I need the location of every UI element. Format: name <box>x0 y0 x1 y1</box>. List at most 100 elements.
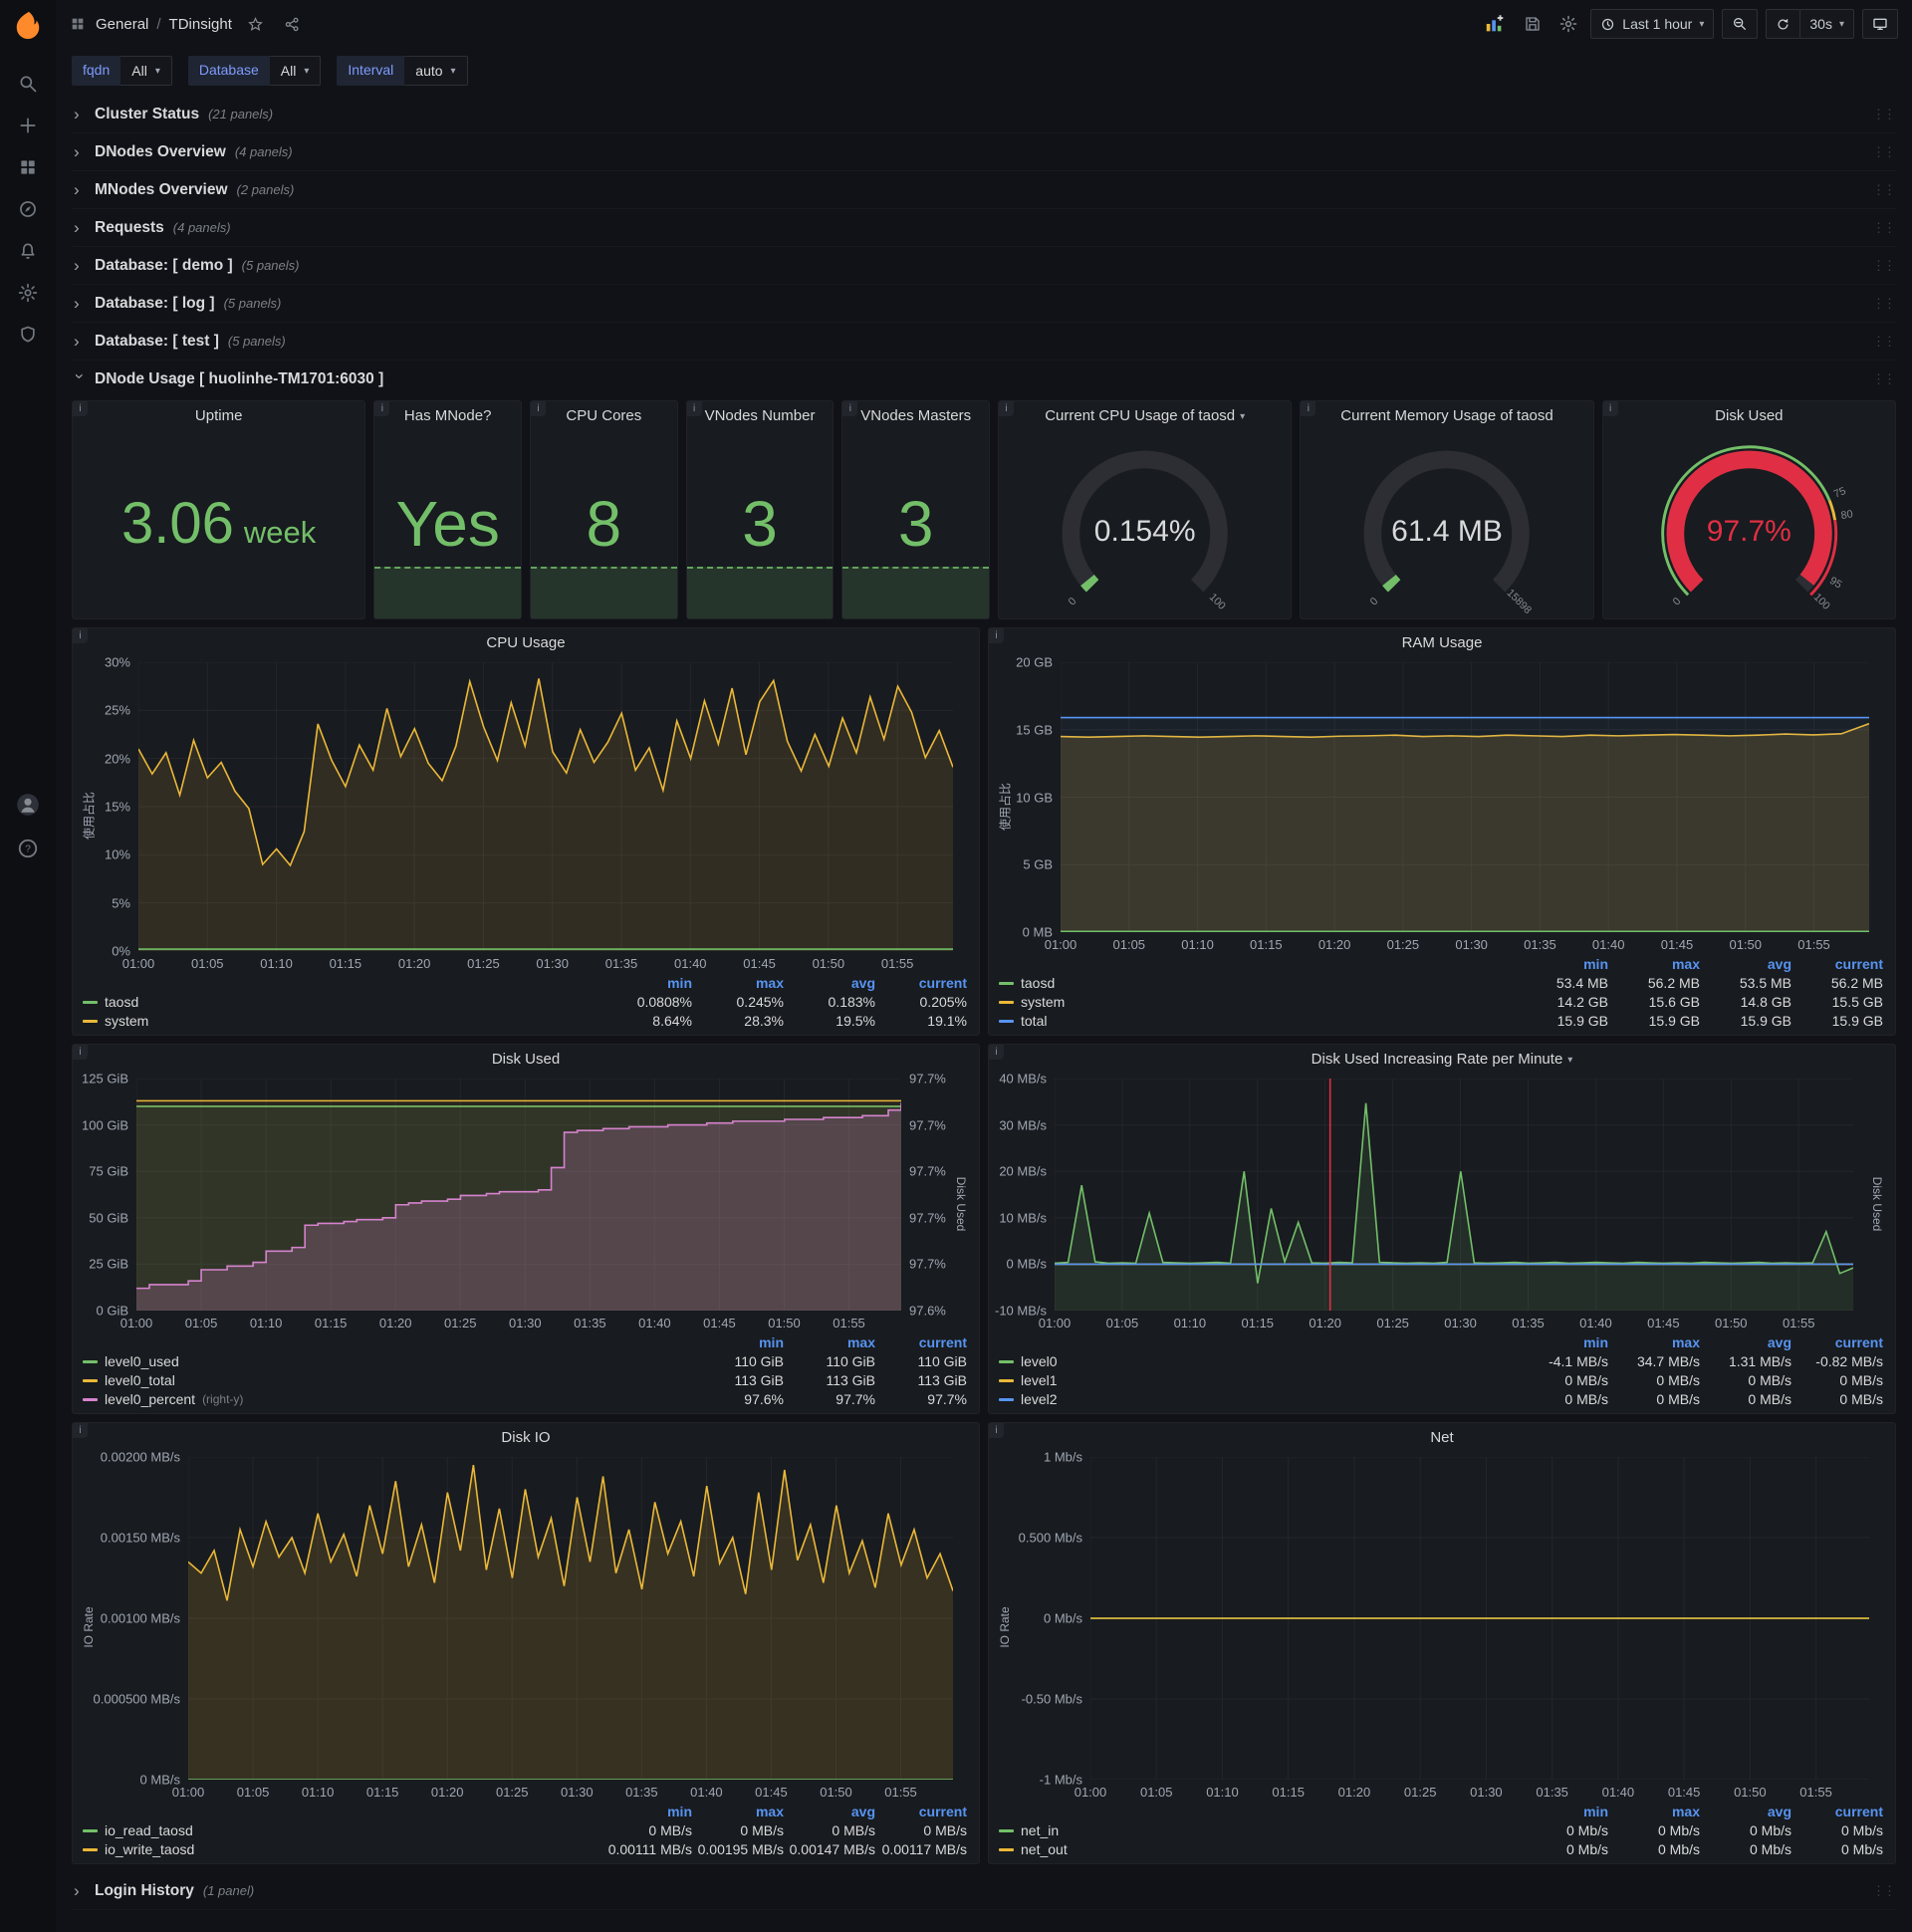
row-drag-handle[interactable]: ⋮⋮ <box>1872 258 1896 274</box>
time-range-picker[interactable]: Last 1 hour ▾ <box>1590 9 1715 39</box>
star-icon[interactable] <box>242 9 269 39</box>
panel-info-icon[interactable]: i <box>374 401 390 416</box>
panel-info-icon[interactable]: i <box>1301 401 1316 416</box>
panel-info-icon[interactable]: i <box>999 401 1015 416</box>
legend-header-max[interactable]: max <box>1608 1804 1700 1819</box>
legend-series-taosd[interactable]: taosd <box>999 975 1517 991</box>
legend-header-avg[interactable]: avg <box>784 975 875 991</box>
legend-header-min[interactable]: min <box>1517 956 1608 972</box>
legend-header-current[interactable]: current <box>875 1804 967 1819</box>
row-login-history[interactable]: › Login History (1 panel) ⋮⋮ <box>72 1872 1896 1910</box>
panel-info-icon[interactable]: i <box>989 1045 1004 1060</box>
panel-info-icon[interactable]: i <box>842 401 858 416</box>
panel-title[interactable]: VNodes Masters <box>860 407 971 424</box>
panel-info-icon[interactable]: i <box>989 1423 1004 1438</box>
panel-title[interactable]: CPU Cores <box>566 407 641 424</box>
panel-info-icon[interactable]: i <box>531 401 546 416</box>
search-icon[interactable] <box>18 74 38 94</box>
user-avatar[interactable] <box>15 792 41 818</box>
refresh-button[interactable] <box>1766 9 1801 39</box>
add-panel-icon[interactable] <box>1479 9 1511 39</box>
row-drag-handle[interactable]: ⋮⋮ <box>1872 1883 1896 1899</box>
chart-plot-area[interactable]: 125 GiB 97.7% 100 GiB 97.7% 75 GiB 97.7% 50 Gi… <box>82 1072 946 1319</box>
panel-title[interactable]: Disk Used <box>492 1051 560 1068</box>
panel-info-icon[interactable]: i <box>73 401 88 416</box>
dashboard-settings-gear-icon[interactable] <box>1554 9 1582 39</box>
explore-compass-icon[interactable] <box>18 199 38 219</box>
variable-database[interactable]: Database All ▾ <box>187 56 322 86</box>
row-drag-handle[interactable]: ⋮⋮ <box>1872 371 1896 387</box>
legend-series-io_read_taosd[interactable]: io_read_taosd <box>83 1822 600 1838</box>
row-dnodes-overview[interactable]: › DNodes Overview (4 panels) ⋮⋮ <box>72 133 1896 171</box>
panel-info-icon[interactable]: i <box>989 628 1004 643</box>
chart-plot-area[interactable]: 30% 25% 20% 15% 10% 5% 0% <box>105 655 953 959</box>
save-dashboard-icon[interactable] <box>1519 9 1547 39</box>
legend-header-min[interactable]: min <box>600 975 692 991</box>
configuration-gear-icon[interactable] <box>18 283 38 303</box>
legend-series-level1[interactable]: level1 <box>999 1372 1517 1388</box>
panel-title[interactable]: CPU Usage <box>486 634 565 651</box>
panel-title[interactable]: Disk Used <box>1715 407 1783 424</box>
panel-info-icon[interactable]: i <box>73 628 88 643</box>
legend-header-max[interactable]: max <box>1608 1334 1700 1350</box>
legend-header-min[interactable]: min <box>1517 1804 1608 1819</box>
panel-title[interactable]: VNodes Number <box>705 407 816 424</box>
legend-series-level0_total[interactable]: level0_total <box>83 1372 692 1388</box>
panel-info-icon[interactable]: i <box>1602 401 1618 416</box>
panel-title[interactable]: Uptime <box>195 407 243 424</box>
row-database-demo[interactable]: › Database: [ demo ] (5 panels) ⋮⋮ <box>72 247 1896 285</box>
legend-series-level0[interactable]: level0 <box>999 1353 1517 1369</box>
legend-header-max[interactable]: max <box>692 975 784 991</box>
panel-title[interactable]: Disk Used Increasing Rate per Minute <box>1312 1051 1563 1068</box>
create-plus-icon[interactable] <box>18 116 38 135</box>
panel-title[interactable]: Has MNode? <box>404 407 492 424</box>
legend-header-max[interactable]: max <box>692 1804 784 1819</box>
legend-header-min[interactable]: min <box>1517 1334 1608 1350</box>
panel-info-icon[interactable]: i <box>73 1045 88 1060</box>
variable-fqdn[interactable]: fqdn All ▾ <box>72 56 172 86</box>
legend-header-avg[interactable]: avg <box>1700 1334 1792 1350</box>
zoom-out-button[interactable] <box>1722 9 1759 39</box>
variable-value-dropdown[interactable]: All ▾ <box>269 56 322 86</box>
legend-header-max[interactable]: max <box>1608 956 1700 972</box>
variable-value-dropdown[interactable]: All ▾ <box>120 56 172 86</box>
row-drag-handle[interactable]: ⋮⋮ <box>1872 144 1896 160</box>
legend-series-net_in[interactable]: net_in <box>999 1822 1517 1838</box>
dashboards-icon[interactable] <box>18 157 38 177</box>
row-drag-handle[interactable]: ⋮⋮ <box>1872 182 1896 198</box>
row-drag-handle[interactable]: ⋮⋮ <box>1872 334 1896 350</box>
row-cluster-status[interactable]: › Cluster Status (21 panels) ⋮⋮ <box>72 96 1896 133</box>
alerting-bell-icon[interactable] <box>18 241 38 261</box>
legend-series-io_write_taosd[interactable]: io_write_taosd <box>83 1841 600 1857</box>
legend-series-level0_used[interactable]: level0_used <box>83 1353 692 1369</box>
help-icon[interactable]: ? <box>17 838 39 859</box>
panel-title[interactable]: RAM Usage <box>1402 634 1483 651</box>
legend-series-level0_percent[interactable]: level0_percent (right-y) <box>83 1391 692 1407</box>
legend-header-current[interactable]: current <box>1792 1334 1883 1350</box>
panel-info-icon[interactable]: i <box>686 401 702 416</box>
row-database-test[interactable]: › Database: [ test ] (5 panels) ⋮⋮ <box>72 323 1896 361</box>
panel-info-icon[interactable]: i <box>73 1423 88 1438</box>
panel-title[interactable]: Disk IO <box>501 1429 550 1446</box>
legend-series-level2[interactable]: level2 <box>999 1391 1517 1407</box>
breadcrumb-folder[interactable]: General <box>96 16 148 33</box>
legend-header-avg[interactable]: avg <box>1700 956 1792 972</box>
legend-series-taosd[interactable]: taosd <box>83 994 600 1010</box>
row-drag-handle[interactable]: ⋮⋮ <box>1872 220 1896 236</box>
legend-series-system[interactable]: system <box>999 994 1517 1010</box>
chart-plot-area[interactable]: 0.00200 MB/s 0.00150 MB/s 0.00100 MB/s 0.00… <box>94 1450 953 1788</box>
chart-plot-area[interactable]: 20 GB 15 GB 10 GB 5 GB 0 MB <box>1016 655 1869 940</box>
legend-series-net_out[interactable]: net_out <box>999 1841 1517 1857</box>
legend-header-current[interactable]: current <box>1792 956 1883 972</box>
variable-interval[interactable]: Interval auto ▾ <box>337 56 468 86</box>
legend-series-total[interactable]: total <box>999 1013 1517 1029</box>
grafana-logo[interactable] <box>13 10 43 40</box>
legend-header-max[interactable]: max <box>784 1334 875 1350</box>
chart-plot-area[interactable]: 1 Mb/s 0.500 Mb/s 0 Mb/s -0.50 Mb/s -1 Mb/s <box>1019 1450 1869 1788</box>
chart-plot-area[interactable]: 40 MB/s 30 MB/s 20 MB/s 10 MB/s 0 MB/s -10 MB… <box>995 1072 1853 1319</box>
breadcrumb-title[interactable]: TDinsight <box>169 16 232 33</box>
legend-header-current[interactable]: current <box>1792 1804 1883 1819</box>
share-icon[interactable] <box>279 9 306 39</box>
row-database-log[interactable]: › Database: [ log ] (5 panels) ⋮⋮ <box>72 285 1896 323</box>
legend-header-min[interactable]: min <box>600 1804 692 1819</box>
